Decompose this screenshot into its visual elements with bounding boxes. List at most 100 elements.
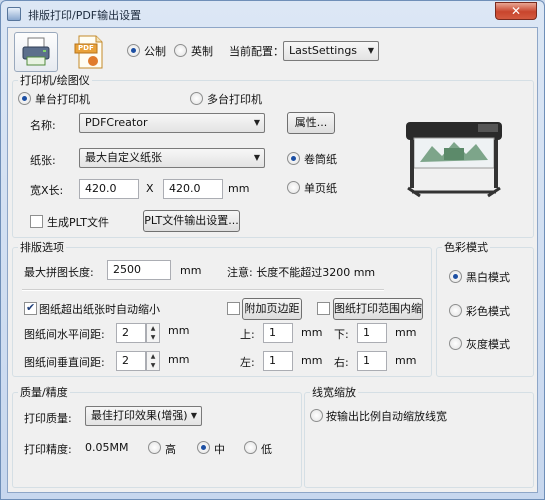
precision-mid-radio[interactable]: [197, 441, 210, 454]
unit-metric-radio[interactable]: [127, 44, 140, 57]
gray-mode-label: 灰度模式: [466, 338, 510, 351]
dialog-body: PDF 公制 英制 当前配置： LastSettings ▼ 打印机/绘图仪 单…: [7, 27, 538, 493]
margin-top-unit: mm: [301, 326, 323, 339]
width-input[interactable]: 420.0: [79, 179, 139, 199]
add-margin-checkbox[interactable]: [227, 302, 240, 315]
max-length-input[interactable]: 2500: [107, 260, 171, 280]
print-quality-value: 最佳打印效果(增强): [91, 409, 188, 422]
unit-imperial-radio[interactable]: [174, 44, 187, 57]
h-gap-unit: mm: [168, 324, 190, 337]
layout-divider: [22, 289, 384, 291]
multi-printer-label: 多台打印机: [207, 93, 262, 106]
v-gap-unit: mm: [168, 353, 190, 366]
margin-bottom-label: 下:: [334, 328, 349, 341]
config-select[interactable]: LastSettings ▼: [283, 41, 379, 61]
bw-mode-radio[interactable]: [449, 270, 462, 283]
max-length-label: 最大拼图长度:: [24, 266, 94, 279]
printer-icon: [22, 37, 50, 66]
settings-window: 排版打印/PDF输出设置 ✕ PDF 公制 英制 当前配置： LastSetti…: [0, 0, 545, 500]
v-gap-input[interactable]: 2: [116, 351, 146, 371]
current-config-label: 当前配置：: [229, 45, 284, 58]
gen-plt-label: 生成PLT文件: [47, 216, 109, 229]
title-bar: 排版打印/PDF输出设置 ✕: [1, 1, 544, 27]
single-printer-label: 单台打印机: [35, 93, 90, 106]
margin-right-input[interactable]: 1: [357, 351, 387, 371]
margin-bottom-input[interactable]: 1: [357, 323, 387, 343]
margin-left-input[interactable]: 1: [263, 351, 293, 371]
pdf-icon: [74, 35, 103, 69]
color-mode-radio[interactable]: [449, 304, 462, 317]
length-note: 注意: 长度不能超过3200 mm: [227, 266, 376, 279]
h-gap-label: 图纸间水平间距:: [24, 328, 105, 341]
size-unit: mm: [228, 182, 250, 195]
shrink-in-range-checkbox[interactable]: [317, 302, 330, 315]
plt-settings-button[interactable]: PLT文件输出设置...: [143, 210, 240, 232]
quality-group-title: 质量/精度: [18, 384, 70, 400]
unit-metric-label: 公制: [144, 45, 166, 58]
linewidth-group-title: 线宽缩放: [310, 384, 358, 400]
max-length-unit: mm: [180, 264, 202, 277]
margin-right-unit: mm: [395, 354, 417, 367]
h-gap-input[interactable]: 2: [116, 323, 146, 343]
app-icon: [7, 7, 21, 21]
scale-by-ratio-label: 按输出比例自动缩放线宽: [326, 410, 447, 423]
margin-left-unit: mm: [301, 354, 323, 367]
size-x-separator: X: [146, 182, 154, 195]
plotter-image: [406, 122, 502, 198]
h-gap-spinner[interactable]: ▲ ▼: [146, 323, 160, 343]
precision-label: 打印精度:: [24, 443, 72, 456]
v-gap-spinner[interactable]: ▲ ▼: [146, 351, 160, 371]
add-margin-button[interactable]: 附加页边距: [242, 298, 302, 320]
config-select-value: LastSettings: [289, 44, 358, 57]
chevron-down-icon: ▼: [190, 411, 197, 420]
print-quality-label: 打印质量:: [24, 412, 72, 425]
multi-printer-radio[interactable]: [190, 92, 203, 105]
pdf-mode-button[interactable]: PDF: [68, 32, 112, 72]
auto-shrink-checkbox[interactable]: [24, 301, 37, 315]
pdf-icon-text: PDF: [78, 44, 94, 52]
chevron-down-icon: ▼: [367, 46, 374, 55]
printer-name-select[interactable]: PDFCreator ▼: [79, 113, 265, 133]
length-input[interactable]: 420.0: [163, 179, 223, 199]
print-quality-select[interactable]: 最佳打印效果(增强) ▼: [85, 406, 202, 426]
v-gap-label: 图纸间垂直间距:: [24, 356, 105, 369]
color-mode-group-title: 色彩模式: [442, 239, 490, 255]
precision-mid-label: 中: [214, 443, 225, 456]
precision-high-radio[interactable]: [148, 441, 161, 454]
printer-name-value: PDFCreator: [85, 116, 148, 129]
linewidth-group: [304, 392, 534, 488]
gray-mode-radio[interactable]: [449, 337, 462, 350]
window-title: 排版打印/PDF输出设置: [28, 9, 142, 22]
roll-paper-label: 卷筒纸: [304, 153, 337, 166]
paper-label: 纸张:: [30, 154, 56, 167]
shrink-in-range-button[interactable]: 图纸打印范围内缩: [333, 298, 423, 320]
single-printer-radio[interactable]: [18, 92, 31, 105]
printer-group-title: 打印机/绘图仪: [18, 72, 92, 88]
precision-low-radio[interactable]: [244, 441, 257, 454]
auto-shrink-label: 图纸超出纸张时自动缩小: [39, 303, 160, 316]
color-mode-label: 彩色模式: [466, 305, 510, 318]
bw-mode-label: 黑白模式: [466, 271, 510, 284]
margin-top-input[interactable]: 1: [263, 323, 293, 343]
close-button[interactable]: ✕: [495, 2, 537, 20]
roll-paper-radio[interactable]: [287, 152, 300, 165]
precision-value: 0.05MM: [85, 441, 129, 454]
margin-top-label: 上:: [240, 328, 255, 341]
chevron-down-icon: ▼: [253, 153, 260, 162]
paper-value: 最大自定义纸张: [85, 151, 162, 164]
margin-bottom-unit: mm: [395, 326, 417, 339]
paper-select[interactable]: 最大自定义纸张 ▼: [79, 148, 265, 168]
sheet-paper-radio[interactable]: [287, 181, 300, 194]
size-label: 宽X长:: [30, 184, 64, 197]
layout-group-title: 排版选项: [18, 239, 66, 255]
precision-high-label: 高: [165, 443, 176, 456]
scale-by-ratio-radio[interactable]: [310, 409, 323, 422]
margin-left-label: 左:: [240, 356, 255, 369]
sheet-paper-label: 单页纸: [304, 182, 337, 195]
unit-imperial-label: 英制: [191, 45, 213, 58]
precision-low-label: 低: [261, 443, 272, 456]
printer-name-label: 名称:: [30, 119, 56, 132]
gen-plt-checkbox[interactable]: [30, 215, 43, 228]
printer-properties-button[interactable]: 属性...: [287, 112, 335, 134]
printer-mode-button[interactable]: [14, 32, 58, 72]
